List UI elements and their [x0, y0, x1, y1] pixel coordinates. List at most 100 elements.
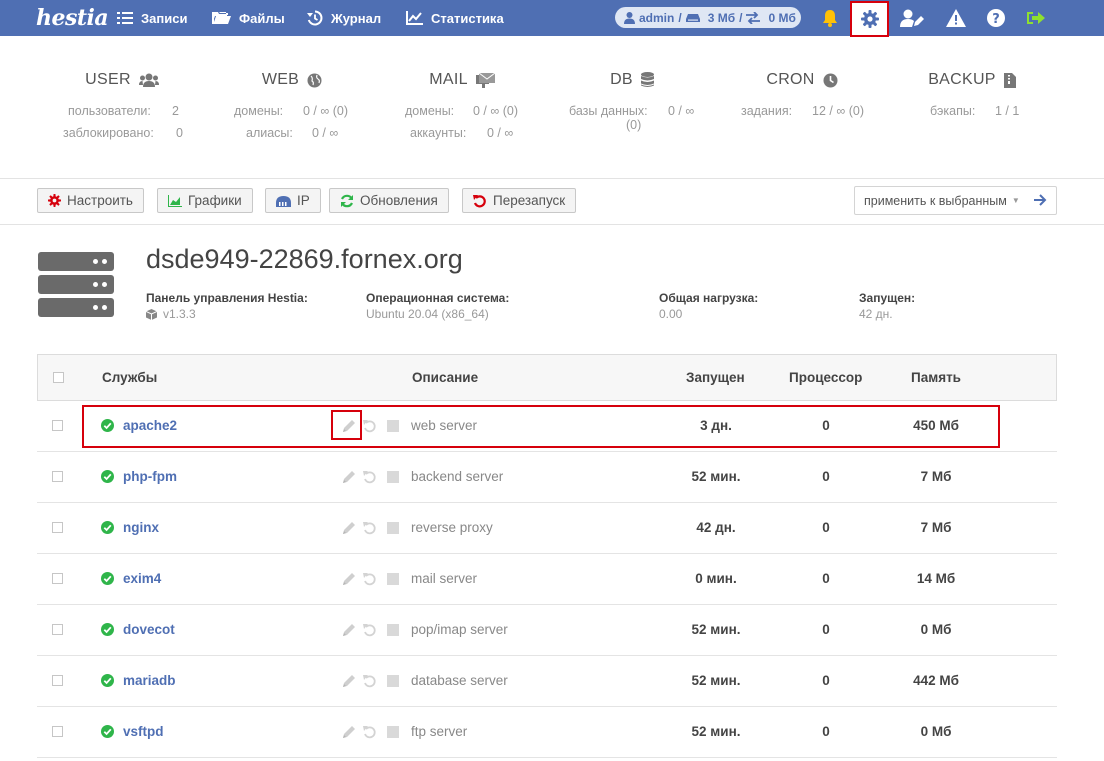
restart-icon[interactable] — [363, 623, 377, 637]
nav-log-label: Журнал — [331, 10, 382, 26]
ip-label: IP — [297, 193, 310, 208]
stat-mail-label-1: домены: — [405, 104, 455, 118]
header-cpu[interactable]: Процессор — [789, 370, 862, 385]
ip-button[interactable]: IP — [265, 188, 321, 213]
server-settings-button[interactable] — [850, 1, 889, 37]
row-checkbox[interactable] — [52, 420, 63, 431]
service-name-link[interactable]: exim4 — [123, 571, 161, 586]
nav-log[interactable]: Журнал — [307, 0, 381, 36]
pencil-icon[interactable] — [342, 725, 356, 739]
service-description: mail server — [411, 571, 478, 586]
header-memory[interactable]: Память — [911, 370, 961, 385]
graphs-label: Графики — [188, 193, 242, 208]
stat-db[interactable]: DB — [547, 70, 717, 90]
table-row: php-fpm backend server 52 мин. 0 7 Мб — [37, 452, 1057, 503]
restart-button[interactable]: Перезапуск — [462, 188, 577, 213]
pencil-icon[interactable] — [342, 623, 356, 637]
pencil-icon[interactable] — [342, 572, 356, 586]
warnings-button[interactable] — [941, 0, 971, 36]
restart-icon[interactable] — [363, 725, 377, 739]
hestia-logo[interactable]: hestia — [36, 3, 109, 33]
service-name-link[interactable]: nginx — [123, 520, 159, 535]
service-uptime: 52 мин. — [691, 673, 741, 688]
load-label: Общая нагрузка: — [659, 291, 759, 305]
row-checkbox[interactable] — [52, 675, 63, 686]
stat-web-label-2: алиасы: — [246, 126, 293, 140]
stat-mail-value-1: 0 / ∞ (0) — [473, 104, 519, 118]
stat-backup[interactable]: BACKUP — [887, 70, 1057, 90]
apply-selected-label: применить к выбранным — [864, 193, 1007, 208]
stop-icon[interactable] — [387, 471, 399, 483]
header-uptime[interactable]: Запущен — [686, 370, 745, 385]
nav-files[interactable]: Файлы — [212, 0, 285, 36]
restart-icon[interactable] — [363, 521, 377, 535]
refresh-icon — [341, 194, 353, 207]
select-all-checkbox[interactable] — [53, 372, 64, 383]
stat-db-extra: (0) — [626, 118, 642, 132]
stop-icon[interactable] — [387, 624, 399, 636]
user-status-pill[interactable]: admin / 3 Мб / 0 Мб — [615, 7, 801, 28]
stat-user-title: USER — [85, 71, 131, 88]
load-value: 0.00 — [659, 307, 683, 321]
folder-icon — [212, 12, 231, 24]
service-name-link[interactable]: vsftpd — [123, 724, 164, 739]
restart-icon[interactable] — [363, 470, 377, 484]
stop-icon[interactable] — [387, 675, 399, 687]
stop-icon[interactable] — [387, 573, 399, 585]
header-services[interactable]: Службы — [102, 370, 157, 385]
gear-icon — [860, 10, 879, 28]
notifications-button[interactable] — [815, 0, 845, 36]
check-circle-icon — [101, 725, 114, 738]
pencil-icon[interactable] — [342, 470, 356, 484]
stat-mail-title: MAIL — [429, 71, 468, 88]
restart-icon[interactable] — [363, 674, 377, 688]
nav-records[interactable]: Записи — [117, 0, 187, 36]
graphs-button[interactable]: Графики — [157, 188, 253, 213]
stat-cron-title: CRON — [766, 71, 815, 88]
pencil-icon[interactable] — [342, 521, 356, 535]
users-edit-button[interactable] — [897, 0, 927, 36]
os-value: Ubuntu 20.04 (x86_64) — [366, 307, 489, 321]
row-checkbox[interactable] — [52, 573, 63, 584]
configure-button[interactable]: Настроить — [37, 188, 144, 213]
panel-version: v1.3.3 — [163, 307, 196, 321]
help-button[interactable]: ? — [981, 0, 1011, 36]
stat-user-label-1: пользователи: — [68, 104, 151, 118]
header-description[interactable]: Описание — [412, 370, 478, 385]
stat-cron[interactable]: CRON — [717, 70, 887, 90]
service-description: backend server — [411, 469, 504, 484]
network-icon — [276, 195, 291, 207]
service-name-link[interactable]: mariadb — [123, 673, 176, 688]
logout-button[interactable] — [1021, 0, 1051, 36]
database-icon — [640, 72, 654, 87]
stop-icon[interactable] — [387, 522, 399, 534]
stat-mail[interactable]: MAIL — [377, 70, 547, 90]
restart-icon[interactable] — [363, 572, 377, 586]
row-checkbox[interactable] — [52, 726, 63, 737]
service-cpu: 0 — [822, 571, 830, 586]
service-uptime: 52 мин. — [691, 622, 741, 637]
svg-text:?: ? — [992, 12, 1000, 27]
updates-button[interactable]: Обновления — [329, 188, 449, 213]
bell-icon — [823, 10, 837, 27]
stat-user[interactable]: USER — [37, 70, 207, 90]
service-name-link[interactable]: dovecot — [123, 622, 175, 637]
nav-statistics[interactable]: Статистика — [406, 0, 504, 36]
pencil-icon[interactable] — [342, 674, 356, 688]
stat-cron-label-1: задания: — [741, 104, 793, 118]
row-checkbox[interactable] — [52, 624, 63, 635]
apply-to-selected-select[interactable]: применить к выбранным ▼ — [854, 186, 1057, 215]
row-checkbox[interactable] — [52, 522, 63, 533]
service-name-link[interactable]: php-fpm — [123, 469, 177, 484]
arrow-right-icon[interactable] — [1034, 193, 1047, 207]
stop-icon[interactable] — [387, 726, 399, 738]
stat-web[interactable]: WEB — [207, 70, 377, 90]
nav-files-label: Файлы — [239, 10, 285, 26]
service-uptime: 52 мин. — [691, 469, 741, 484]
logout-icon — [1027, 12, 1045, 24]
table-row: vsftpd ftp server 52 мин. 0 0 Мб — [37, 707, 1057, 758]
row-checkbox[interactable] — [52, 471, 63, 482]
hdd-icon — [685, 13, 700, 22]
stat-web-label-1: домены: — [234, 104, 284, 118]
user-edit-icon — [900, 9, 924, 27]
